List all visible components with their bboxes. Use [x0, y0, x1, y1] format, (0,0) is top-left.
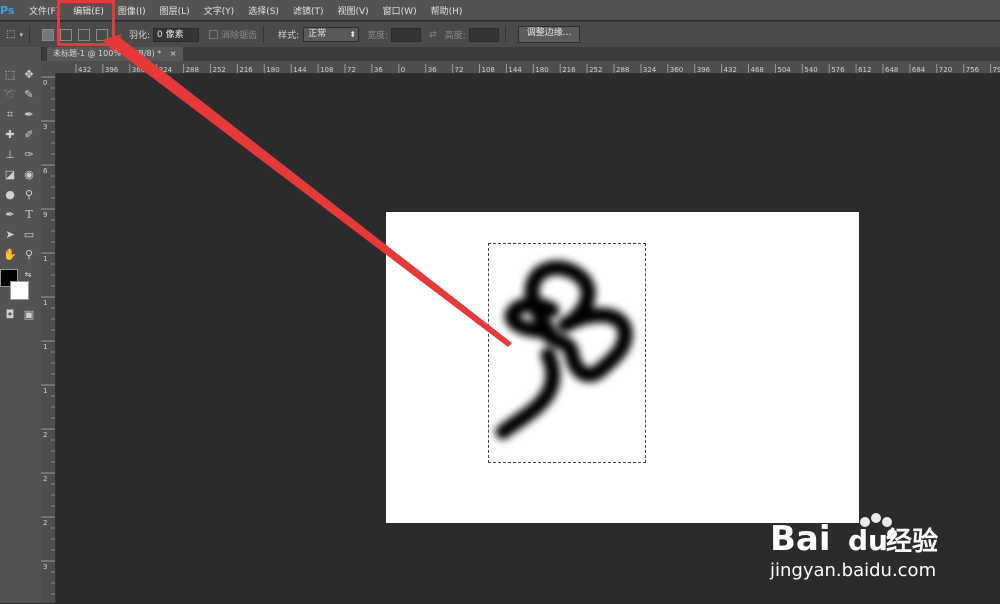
baidu-watermark-graphic: Bai du 经验 jingyan.baidu.com [769, 513, 938, 581]
selection-marquee[interactable] [488, 243, 646, 463]
watermark-brand-b: du [848, 524, 888, 557]
baidu-watermark: Bai du 经验 jingyan.baidu.com [768, 510, 998, 600]
watermark-brand-a: Bai [770, 519, 831, 559]
watermark-url: jingyan.baidu.com [769, 560, 936, 581]
edit-menu-highlight [57, 0, 115, 46]
paw-toe-icon [871, 513, 881, 523]
watermark-brand-cn: 经验 [886, 526, 938, 557]
